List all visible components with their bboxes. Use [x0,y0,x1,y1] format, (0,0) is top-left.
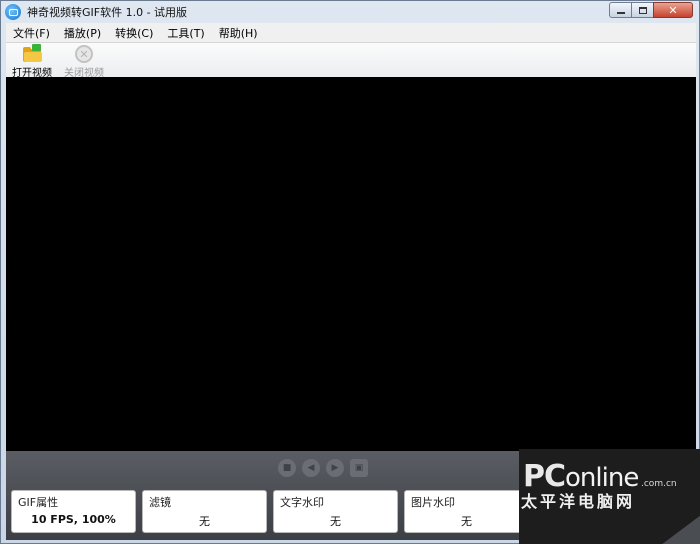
gif-properties-card[interactable]: GIF属性 10 FPS, 100% [11,490,136,533]
card-value: 10 FPS, 100% [31,513,116,526]
window-title: 神奇视频转GIF软件 1.0 - 试用版 [27,6,188,19]
watermark-cn-text: 太平洋电脑网 [521,492,636,511]
card-value: 无 [199,515,210,528]
card-title: 文字水印 [280,496,324,509]
playback-controls: ■ ◀ ▶ ▣ [278,459,374,477]
minimize-button[interactable] [609,2,631,18]
toolbar: 打开视频 ✕ 关闭视频 [6,43,696,79]
window-controls: ✕ [609,2,693,18]
card-title: GIF属性 [18,496,59,509]
site-watermark: PConline .com.cn 太平洋电脑网 [519,449,700,544]
menu-play[interactable]: 播放(P) [57,25,108,41]
card-title: 滤镜 [149,496,171,509]
card-title: 图片水印 [411,496,455,509]
video-preview[interactable] [6,77,696,451]
open-video-button[interactable]: 打开视频 [12,43,52,79]
previous-frame-icon[interactable]: ◀ [302,459,320,477]
maximize-icon [638,6,647,14]
close-button[interactable]: ✕ [653,2,693,18]
next-frame-icon[interactable]: ▶ [326,459,344,477]
app-window: 神奇视频转GIF软件 1.0 - 试用版 ✕ 文件(F) 播放(P) 转换(C)… [0,0,700,544]
card-value: 无 [461,515,472,528]
open-folder-icon [22,44,42,63]
menu-file[interactable]: 文件(F) [6,25,57,41]
watermark-domain: .com.cn [641,479,677,489]
card-value: 无 [330,515,341,528]
app-icon [5,4,21,20]
close-icon: ✕ [668,3,678,17]
filter-card[interactable]: 滤镜 无 [142,490,267,533]
menu-help[interactable]: 帮助(H) [212,25,265,41]
menu-convert[interactable]: 转换(C) [108,25,160,41]
image-watermark-card[interactable]: 图片水印 无 [404,490,529,533]
menu-tools[interactable]: 工具(T) [160,25,211,41]
stop-icon[interactable]: ■ [278,459,296,477]
close-video-icon: ✕ [75,45,93,63]
menu-bar: 文件(F) 播放(P) 转换(C) 工具(T) 帮助(H) [6,23,696,43]
close-video-button[interactable]: ✕ 关闭视频 [64,43,104,79]
settings-cards: GIF属性 10 FPS, 100% 滤镜 无 文字水印 无 图片水印 无 [11,490,535,533]
title-bar[interactable]: 神奇视频转GIF软件 1.0 - 试用版 ✕ [1,1,699,23]
maximize-button[interactable] [631,2,653,18]
minimize-icon [616,12,625,14]
snapshot-icon[interactable]: ▣ [350,459,368,477]
text-watermark-card[interactable]: 文字水印 无 [273,490,398,533]
watermark-corner [661,515,700,544]
